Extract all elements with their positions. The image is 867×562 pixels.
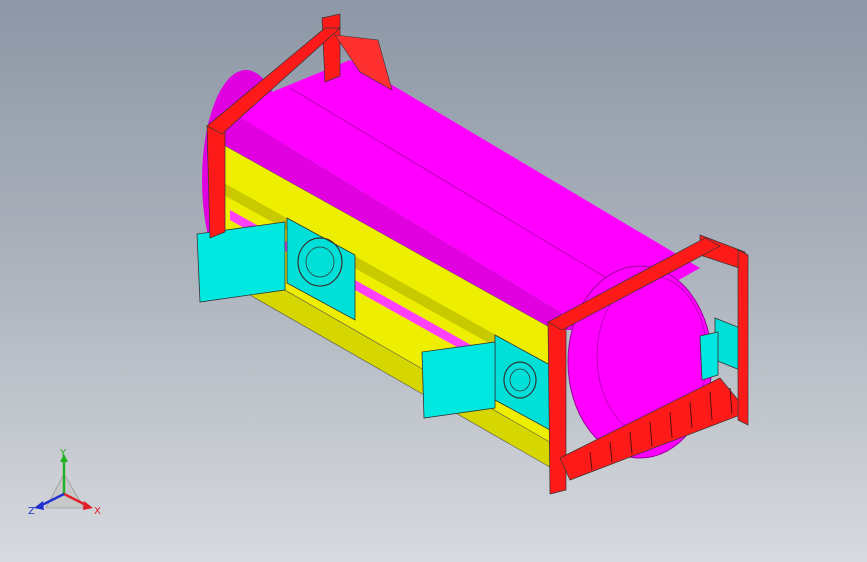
cad-graphics-viewport[interactable]: Y X Z [0, 0, 867, 562]
valve-door [699, 331, 719, 381]
frame-post-far-right [321, 13, 341, 83]
frame-post-near-left [547, 315, 567, 495]
x-axis-label: X [94, 506, 101, 517]
access-door-middle [421, 341, 496, 419]
x-arrowhead-icon [83, 501, 93, 510]
y-axis-label: Y [59, 448, 67, 459]
z-axis-label: Z [28, 506, 35, 517]
frame-post-far-left [206, 119, 226, 239]
tank-container-model[interactable] [0, 0, 867, 562]
orientation-triad[interactable]: Y X Z [28, 448, 104, 524]
frame-post-near-right [737, 249, 749, 426]
z-arrowhead-icon [34, 501, 44, 510]
